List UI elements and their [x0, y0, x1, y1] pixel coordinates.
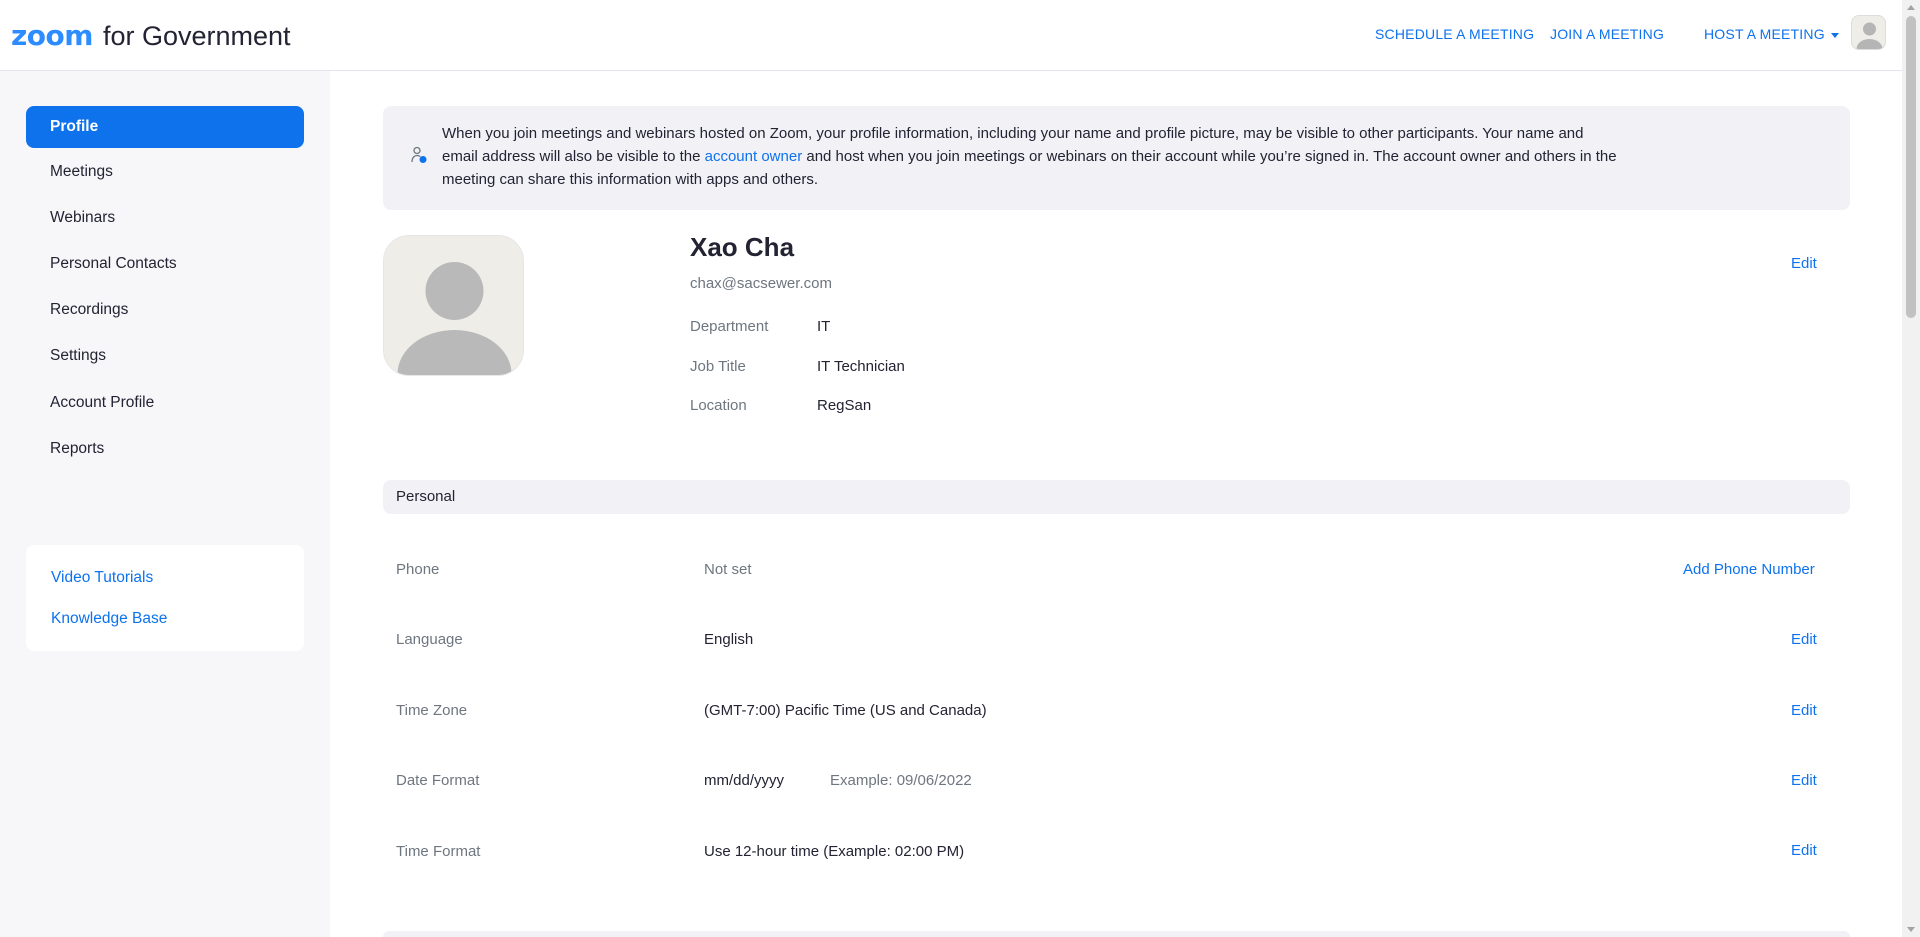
profile-email: chax@sacsewer.com	[690, 275, 832, 292]
sidebar-item-account-profile[interactable]: Account Profile	[26, 382, 304, 424]
time-format-value: Use 12-hour time (Example: 02:00 PM)	[704, 843, 965, 860]
date-format-value: mm/dd/yyyy	[704, 772, 785, 789]
job-title-value: IT Technician	[817, 358, 905, 375]
phone-value: Not set	[704, 561, 752, 578]
time-zone-value: (GMT-7:00) Pacific Time (US and Canada)	[704, 702, 987, 719]
location-label: Location	[690, 397, 747, 414]
privacy-notice-text: When you join meetings and webinars host…	[442, 122, 1622, 191]
account-owner-link[interactable]: account owner	[705, 148, 803, 165]
time-format-label: Time Format	[396, 843, 481, 860]
profile-edit-button[interactable]: Edit	[1791, 255, 1817, 272]
date-format-example: Example: 09/06/2022	[830, 772, 972, 789]
profile-picture[interactable]	[383, 235, 524, 376]
time-zone-edit-button[interactable]: Edit	[1791, 702, 1817, 719]
scroll-up-arrow-icon[interactable]	[1907, 5, 1915, 10]
sidebar-item-meetings[interactable]: Meetings	[26, 151, 304, 193]
scrollbar-thumb[interactable]	[1906, 16, 1916, 318]
sidebar-item-reports[interactable]: Reports	[26, 428, 304, 470]
time-zone-label: Time Zone	[396, 702, 468, 719]
scroll-down-arrow-icon[interactable]	[1907, 927, 1915, 932]
language-value: English	[704, 631, 754, 648]
sidebar-item-recordings[interactable]: Recordings	[26, 289, 304, 331]
video-tutorials-link[interactable]: Video Tutorials	[51, 569, 153, 587]
phone-label: Phone	[396, 561, 440, 578]
department-label: Department	[690, 318, 769, 335]
language-label: Language	[396, 631, 463, 648]
date-format-edit-button[interactable]: Edit	[1791, 772, 1817, 789]
profile-name: Xao Cha	[690, 232, 795, 262]
page-scrollbar[interactable]	[1902, 0, 1920, 937]
logo-suffix: for Government	[102, 21, 291, 51]
sidebar-item-profile[interactable]: Profile	[26, 106, 304, 148]
sidebar-item-personal-contacts[interactable]: Personal Contacts	[26, 243, 304, 285]
language-edit-button[interactable]: Edit	[1791, 631, 1817, 648]
privacy-notice: When you join meetings and webinars host…	[383, 106, 1850, 210]
sidebar-item-webinars[interactable]: Webinars	[26, 197, 304, 239]
add-phone-number-button[interactable]: Add Phone Number	[1683, 561, 1815, 578]
default-avatar-icon	[397, 262, 512, 375]
sidebar-item-settings[interactable]: Settings	[26, 335, 304, 377]
next-section-header	[383, 931, 1850, 937]
department-value: IT	[817, 318, 831, 335]
caret-down-icon	[1830, 32, 1839, 38]
date-format-label: Date Format	[396, 772, 480, 789]
schedule-meeting-link[interactable]: SCHEDULE A MEETING	[1375, 26, 1534, 42]
host-meeting-label: HOST A MEETING	[1704, 26, 1825, 42]
join-meeting-link[interactable]: JOIN A MEETING	[1550, 26, 1664, 42]
sidebar: Profile Meetings Webinars Personal Conta…	[0, 71, 330, 937]
logo-brand: zoom	[11, 19, 93, 52]
zoom-logo[interactable]: zoom for Government	[11, 19, 291, 52]
user-avatar-icon[interactable]	[1851, 15, 1886, 50]
knowledge-base-link[interactable]: Knowledge Base	[51, 610, 167, 628]
job-title-label: Job Title	[690, 358, 746, 375]
top-header: zoom for Government SCHEDULE A MEETING J…	[0, 0, 1902, 71]
location-value: RegSan	[817, 397, 872, 414]
time-format-edit-button[interactable]: Edit	[1791, 842, 1817, 859]
personal-section-header: Personal	[383, 480, 1850, 514]
user-privacy-icon	[411, 146, 427, 163]
help-links-box: Video Tutorials Knowledge Base	[26, 545, 304, 651]
host-meeting-dropdown[interactable]: HOST A MEETING	[1704, 26, 1839, 42]
